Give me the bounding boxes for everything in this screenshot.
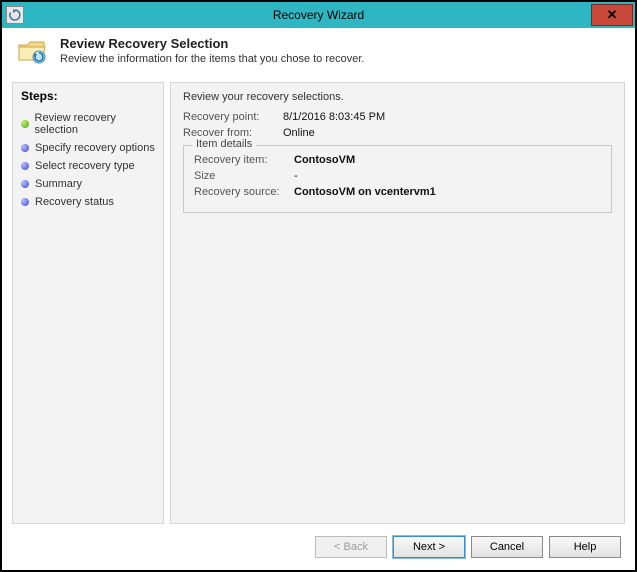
page-title: Review Recovery Selection [60,36,364,51]
button-bar: < Back Next > Cancel Help [2,524,635,570]
step-specify-recovery-options[interactable]: Specify recovery options [21,139,155,157]
step-label: Recovery status [35,196,114,208]
step-bullet-icon [21,144,29,152]
step-select-recovery-type[interactable]: Select recovery type [21,157,155,175]
step-bullet-icon [21,198,29,206]
content-area: Review Recovery Selection Review the inf… [2,28,635,570]
step-bullet-icon [21,120,29,128]
step-bullet-icon [21,162,29,170]
recovery-item-row: Recovery item: ContosoVM [194,154,601,166]
step-review-recovery-selection[interactable]: Review recovery selection [21,109,155,139]
recovery-source-value: ContosoVM on vcentervm1 [294,186,436,198]
recovery-point-row: Recovery point: 8/1/2016 8:03:45 PM [183,111,612,123]
recovery-wizard-window: Recovery Wizard ✕ Review Recovery Select… [0,0,637,572]
page-subtitle: Review the information for the items tha… [60,53,364,65]
step-label: Specify recovery options [35,142,155,154]
cancel-button[interactable]: Cancel [471,536,543,558]
step-recovery-status[interactable]: Recovery status [21,193,155,211]
step-summary[interactable]: Summary [21,175,155,193]
recovery-source-label: Recovery source: [194,186,294,198]
titlebar: Recovery Wizard ✕ [2,2,635,28]
size-row: Size - [194,170,601,182]
step-label: Review recovery selection [35,112,155,136]
help-button[interactable]: Help [549,536,621,558]
step-bullet-icon [21,180,29,188]
recovery-item-label: Recovery item: [194,154,294,166]
main-panel: Review your recovery selections. Recover… [170,82,625,524]
window-title: Recovery Wizard [2,8,635,22]
next-button[interactable]: Next > [393,536,465,558]
size-value: - [294,170,298,182]
step-label: Summary [35,178,82,190]
recovery-point-label: Recovery point: [183,111,283,123]
recovery-item-value: ContosoVM [294,154,355,166]
review-prompt: Review your recovery selections. [183,91,612,103]
recover-from-value: Online [283,127,315,139]
recovery-point-value: 8/1/2016 8:03:45 PM [283,111,385,123]
header-text: Review Recovery Selection Review the inf… [60,36,364,68]
recovery-folder-icon [16,36,48,68]
step-label: Select recovery type [35,160,135,172]
close-button[interactable]: ✕ [591,4,633,26]
steps-panel: Steps: Review recovery selection Specify… [12,82,164,524]
size-label: Size [194,170,294,182]
body-area: Steps: Review recovery selection Specify… [2,82,635,524]
steps-heading: Steps: [21,89,155,103]
back-button: < Back [315,536,387,558]
header-panel: Review Recovery Selection Review the inf… [2,28,635,82]
item-details-group: Item details Recovery item: ContosoVM Si… [183,145,612,213]
app-icon [6,6,24,24]
item-details-legend: Item details [192,138,256,150]
close-icon: ✕ [607,7,618,23]
recovery-source-row: Recovery source: ContosoVM on vcentervm1 [194,186,601,198]
